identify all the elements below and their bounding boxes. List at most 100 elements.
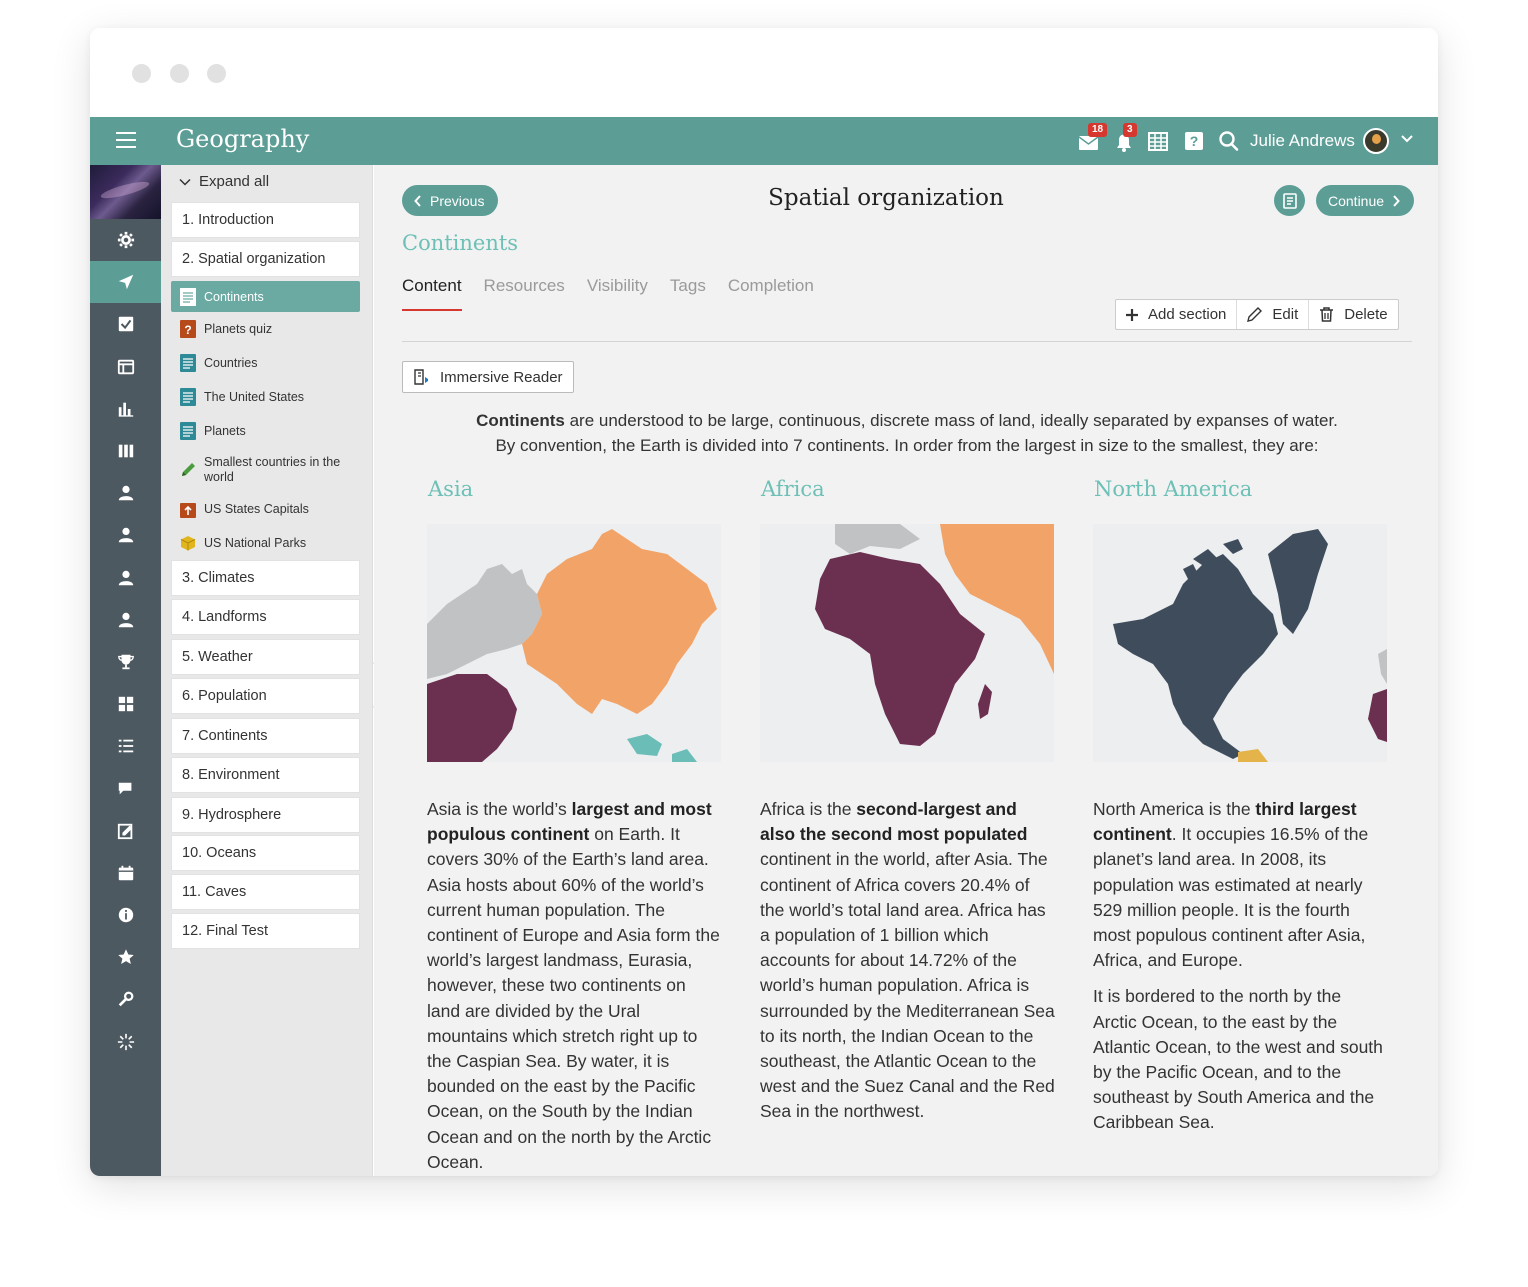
intro-paragraph: Continents are understood to be large, c… — [402, 408, 1412, 458]
add-section-label: Add section — [1148, 306, 1227, 323]
sub-item-united-states[interactable]: The United States — [171, 388, 360, 406]
users-icon[interactable] — [90, 557, 161, 599]
description-text: Asia is the world’s — [427, 799, 572, 819]
continue-label: Continue — [1328, 192, 1385, 209]
delete-button[interactable]: Delete — [1309, 300, 1397, 329]
section-actions: Add section Edit Delete — [1115, 299, 1399, 330]
checklist-icon[interactable] — [90, 303, 161, 345]
document-icon — [180, 422, 196, 440]
description-text: on Earth. It covers 30% of the Earth’s l… — [427, 824, 720, 1172]
sub-item-national-parks[interactable]: US National Parks — [171, 534, 360, 552]
browser-window: Geography 18 3 ? Julie Andrews Expand al… — [90, 28, 1438, 1176]
sub-item-label: US States Capitals — [204, 502, 309, 516]
chapter-item[interactable]: 11. Caves — [171, 874, 360, 910]
description-text: continent in the world, after Asia. The … — [760, 849, 1055, 1122]
columns-icon[interactable] — [90, 430, 161, 472]
svg-text:?: ? — [1190, 133, 1199, 149]
main-content: Previous Spatial organization Continue C… — [374, 165, 1438, 1176]
chapter-item[interactable]: 5. Weather — [171, 639, 360, 675]
tab-completion[interactable]: Completion — [728, 276, 814, 296]
description-text: . It occupies 16.5% of the planet’s land… — [1093, 824, 1369, 971]
mail-badge: 18 — [1088, 123, 1108, 137]
tools-icon[interactable] — [90, 978, 161, 1020]
sub-item-smallest-countries[interactable]: Smallest countries in the world — [171, 455, 346, 485]
continent-description: North America is the third largest conti… — [1093, 797, 1388, 1136]
page-title: Spatial organization — [768, 185, 1004, 211]
chapter-item[interactable]: 1. Introduction — [171, 202, 360, 238]
sub-item-countries[interactable]: Countries — [171, 354, 360, 372]
intro-bold: Continents — [476, 411, 565, 430]
user-avatar[interactable] — [1363, 128, 1389, 154]
expand-all-toggle[interactable]: Expand all — [179, 173, 269, 190]
navigate-icon[interactable] — [90, 261, 161, 304]
sub-item-planets[interactable]: Planets — [171, 422, 360, 440]
trophy-icon[interactable] — [90, 641, 161, 683]
tab-tags[interactable]: Tags — [670, 276, 706, 296]
chapter-item[interactable]: 12. Final Test — [171, 913, 360, 949]
chevron-right-icon — [1393, 194, 1400, 207]
tab-divider — [402, 341, 1412, 342]
edit-label: Edit — [1272, 306, 1299, 323]
continue-button[interactable]: Continue — [1316, 185, 1415, 216]
add-section-button[interactable]: Add section — [1116, 300, 1238, 329]
top-bar: Geography 18 3 ? Julie Andrews — [90, 117, 1438, 165]
document-icon — [180, 354, 196, 372]
sub-item-planets-quiz[interactable]: ? Planets quiz — [171, 320, 360, 338]
user-alt-icon[interactable] — [90, 514, 161, 556]
tab-visibility[interactable]: Visibility — [587, 276, 648, 296]
chapter-item[interactable]: 9. Hydrosphere — [171, 797, 360, 833]
chapter-item[interactable]: 10. Oceans — [171, 835, 360, 871]
loader-icon[interactable] — [90, 1021, 161, 1063]
gradebook-icon[interactable] — [90, 346, 161, 388]
document-icon — [180, 388, 196, 406]
chapter-item[interactable]: 2. Spatial organization — [171, 241, 360, 277]
upload-box-icon — [180, 500, 196, 518]
star-icon[interactable] — [90, 936, 161, 978]
window-dot-close[interactable] — [132, 64, 151, 83]
tab-resources[interactable]: Resources — [484, 276, 565, 296]
north-america-map-image — [1093, 524, 1387, 762]
edit-note-icon[interactable] — [90, 810, 161, 852]
window-dot-maximize[interactable] — [207, 64, 226, 83]
window-dot-minimize[interactable] — [170, 64, 189, 83]
calendar-grid-icon[interactable] — [1148, 129, 1168, 153]
app-title: Geography — [176, 125, 310, 153]
user-name[interactable]: Julie Andrews — [1250, 131, 1355, 151]
chapter-item[interactable]: 8. Environment — [171, 757, 360, 793]
immersive-reader-label: Immersive Reader — [440, 368, 563, 386]
chapter-item[interactable]: 4. Landforms — [171, 599, 360, 635]
notebook-button[interactable] — [1274, 185, 1305, 216]
menu-icon[interactable] — [116, 132, 136, 150]
chat-icon[interactable] — [90, 767, 161, 809]
asia-map-image — [427, 524, 721, 762]
section-title: Continents — [402, 231, 519, 255]
calendar-icon[interactable] — [90, 852, 161, 894]
bell-icon[interactable]: 3 — [1113, 123, 1137, 153]
notebook-icon — [1282, 192, 1297, 209]
search-icon[interactable] — [1218, 129, 1240, 153]
list-icon[interactable] — [90, 725, 161, 767]
chapter-item[interactable]: 3. Climates — [171, 560, 360, 596]
pencil-icon — [1247, 307, 1263, 322]
edit-button[interactable]: Edit — [1237, 300, 1310, 329]
plus-icon — [1126, 308, 1138, 321]
description-text: North America is the — [1093, 799, 1256, 819]
hierarchy-icon[interactable] — [90, 683, 161, 725]
chapter-item[interactable]: 7. Continents — [171, 718, 360, 754]
chevron-down-icon[interactable] — [1400, 132, 1414, 146]
user-icon[interactable] — [90, 472, 161, 514]
settings-icon[interactable] — [90, 219, 161, 261]
info-icon[interactable] — [90, 894, 161, 936]
sub-item-continents[interactable]: Continents — [171, 281, 360, 312]
mail-icon[interactable]: 18 — [1078, 123, 1108, 153]
sub-item-us-states-capitals[interactable]: US States Capitals — [171, 500, 360, 518]
group-icon[interactable] — [90, 599, 161, 641]
window-chrome — [90, 28, 1438, 117]
continent-description: Africa is the second-largest and also th… — [760, 797, 1055, 1125]
tab-content[interactable]: Content — [402, 276, 462, 311]
stats-icon[interactable] — [90, 388, 161, 430]
immersive-reader-button[interactable]: Immersive Reader — [402, 361, 574, 393]
help-icon[interactable]: ? — [1184, 129, 1204, 153]
trash-icon — [1320, 307, 1334, 322]
chapter-item[interactable]: 6. Population — [171, 678, 360, 714]
